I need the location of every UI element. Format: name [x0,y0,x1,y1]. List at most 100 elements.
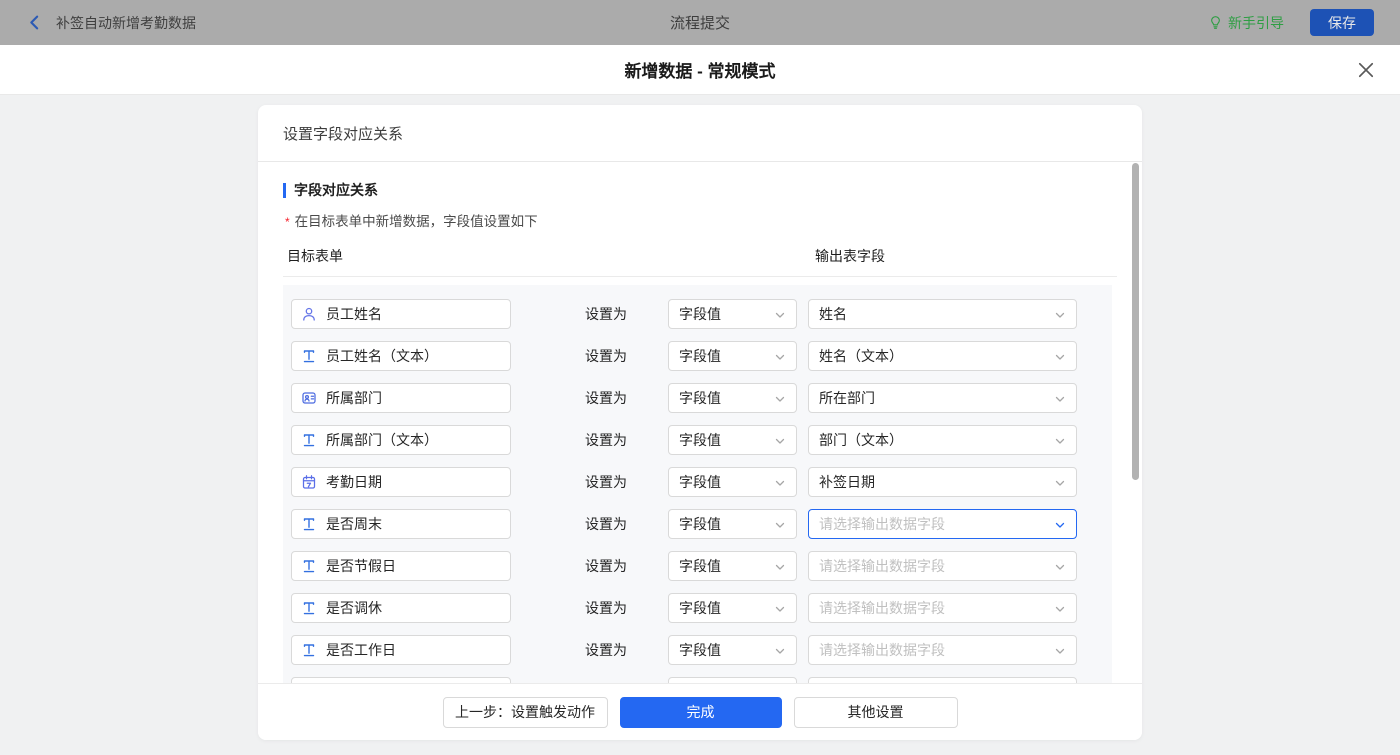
target-field-box: 是否节假日 [291,551,511,581]
value-mode-select[interactable]: 字段值 [668,509,797,539]
text-icon [301,348,317,364]
output-field-select[interactable]: 姓名 [808,299,1077,329]
chevron-down-icon [1054,392,1066,404]
prev-step-button[interactable]: 上一步：设置触发动作 [443,697,608,728]
output-field-select[interactable]: 请选择输出数据字段 [808,593,1077,623]
user-icon [301,306,317,322]
column-header-target: 目标表单 [287,246,815,266]
chevron-down-icon [1054,308,1066,320]
mapping-row: 员工姓名 设置为 字段值 姓名 [291,299,1112,329]
value-mode-select[interactable]: 字段值 [668,593,797,623]
output-field-label: 补签日期 [819,472,875,492]
output-field-label: 请选择输出数据字段 [819,640,945,660]
value-mode-label: 字段值 [679,388,721,408]
value-mode-label: 字段值 [679,556,721,576]
value-mode-select[interactable]: 字段值 [668,425,797,455]
text-icon [301,432,317,448]
chevron-down-icon [774,644,786,656]
output-field-label: 姓名 [819,304,847,324]
target-field-box: 考勤日期 [291,467,511,497]
value-mode-select[interactable]: 字段值 [668,635,797,665]
output-field-select[interactable]: 请选择输出数据字段 [808,635,1077,665]
output-field-select[interactable]: 姓名（文本） [808,341,1077,371]
target-field-label: 员工姓名 [326,304,382,324]
target-field-box: 是否周末 [291,509,511,539]
value-mode-label: 字段值 [679,598,721,618]
beginner-guide-link[interactable]: 新手引导 [1208,13,1284,33]
target-field-box: 员工姓名 [291,299,511,329]
card-body: 字段对应关系 *在目标表单中新增数据，字段值设置如下 目标表单 输出表字段 员工… [258,162,1142,683]
chevron-down-icon [1054,518,1066,530]
value-mode-label: 字段值 [679,430,721,450]
value-mode-select[interactable]: 字段值 [668,551,797,581]
target-field-label: 是否工作日 [326,640,396,660]
value-mode-label: 字段值 [679,472,721,492]
value-mode-select[interactable]: 字段值 [668,467,797,497]
output-field-label: 姓名（文本） [819,346,903,366]
chevron-down-icon [1054,350,1066,362]
chevron-down-icon [1054,476,1066,488]
mapping-rows: 员工姓名 设置为 字段值 姓名 员工姓名（文本） 设置为 字段值 [283,285,1112,683]
chevron-down-icon [774,350,786,362]
chevron-down-icon [1054,602,1066,614]
set-as-label: 设置为 [585,556,668,576]
set-as-label: 设置为 [585,640,668,660]
output-field-select[interactable]: 请选择输出数据字段 [808,551,1077,581]
target-field-box: 是否工作日 [291,635,511,665]
target-field-label: 是否周末 [326,514,382,534]
workflow-title: 补签自动新增考勤数据 [56,13,196,33]
other-settings-button[interactable]: 其他设置 [794,697,958,728]
output-field-select[interactable]: 请选择输出数据字段 [808,509,1077,539]
output-field-select[interactable]: 所在部门 [808,383,1077,413]
section-title: 字段对应关系 [283,183,1117,198]
back-icon[interactable] [26,14,44,32]
column-headers: 目标表单 输出表字段 [283,246,1117,277]
target-field-label: 是否节假日 [326,556,396,576]
topbar-center-title: 流程提交 [420,12,980,33]
value-mode-select[interactable]: 字段值 [668,299,797,329]
topbar: 补签自动新增考勤数据 流程提交 新手引导 保存 [0,0,1400,45]
set-as-label: 设置为 [585,514,668,534]
output-field-label: 部门（文本） [819,430,903,450]
chevron-down-icon [1054,644,1066,656]
mapping-row: 员工姓名（文本） 设置为 字段值 姓名（文本） [291,341,1112,371]
target-field-label: 是否调休 [326,598,382,618]
scrollbar-thumb[interactable] [1132,163,1139,480]
mapping-row: 所属部门（文本） 设置为 字段值 部门（文本） [291,425,1112,455]
close-icon[interactable] [1356,60,1376,80]
text-icon [301,642,317,658]
mapping-row: 是否节假日 设置为 字段值 请选择输出数据字段 [291,551,1112,581]
beginner-guide-label: 新手引导 [1228,13,1284,33]
set-as-label: 设置为 [585,598,668,618]
value-mode-select[interactable]: 字段值 [668,341,797,371]
save-button[interactable]: 保存 [1310,9,1374,36]
set-as-label: 设置为 [585,388,668,408]
dialog-body: 设置字段对应关系 字段对应关系 *在目标表单中新增数据，字段值设置如下 目标表单… [0,95,1400,755]
card-header: 设置字段对应关系 [258,105,1142,162]
chevron-down-icon [1054,434,1066,446]
set-as-label: 设置为 [585,304,668,324]
column-header-output: 输出表字段 [815,246,885,266]
value-mode-label: 字段值 [679,514,721,534]
target-field-box: 是否调休 [291,593,511,623]
chevron-down-icon [774,392,786,404]
target-field-box: 所属部门（文本） [291,425,511,455]
target-field-label: 考勤日期 [326,472,382,492]
output-field-select[interactable]: 补签日期 [808,467,1077,497]
chevron-down-icon [1054,560,1066,572]
chevron-down-icon [774,602,786,614]
chevron-down-icon [774,560,786,572]
chevron-down-icon [774,308,786,320]
target-field-label: 所属部门 [326,388,382,408]
target-field-label: 员工姓名（文本） [326,346,438,366]
done-button[interactable]: 完成 [620,697,782,728]
mapping-row: 是否工作日 设置为 字段值 请选择输出数据字段 [291,635,1112,665]
output-field-select[interactable]: 部门（文本） [808,425,1077,455]
dialog-title: 新增数据 - 常规模式 [624,57,775,82]
output-field-label: 请选择输出数据字段 [819,514,945,534]
set-as-label: 设置为 [585,346,668,366]
mapping-row: 考勤日期 设置为 字段值 补签日期 [291,467,1112,497]
description-text: 在目标表单中新增数据，字段值设置如下 [295,214,538,229]
value-mode-select[interactable]: 字段值 [668,383,797,413]
card-footer: 上一步：设置触发动作 完成 其他设置 [258,683,1142,740]
